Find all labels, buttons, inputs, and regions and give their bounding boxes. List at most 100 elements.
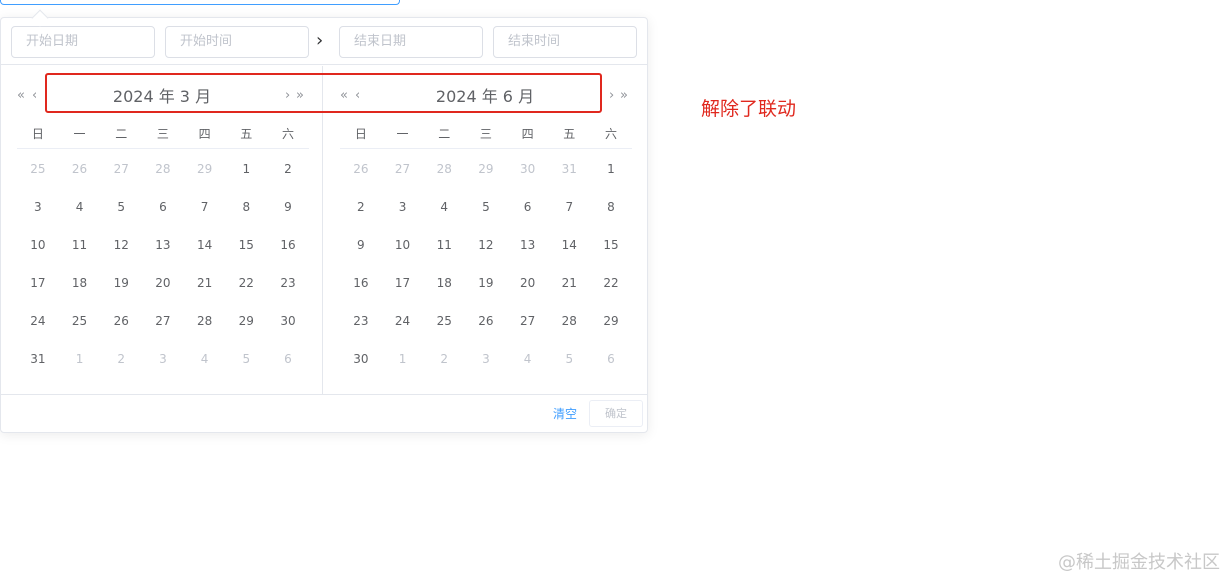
calendar-day[interactable]: 25 [423,302,465,340]
calendar-day-other-month[interactable]: 28 [142,150,184,188]
calendar-day-other-month[interactable]: 2 [100,340,142,378]
calendar-day[interactable]: 26 [100,302,142,340]
date-range-trigger-input[interactable] [0,0,400,5]
calendar-day[interactable]: 16 [340,264,382,302]
calendar-day-other-month[interactable]: 30 [507,150,549,188]
calendar-day[interactable]: 7 [548,188,590,226]
calendar-day-other-month[interactable]: 5 [548,340,590,378]
calendar-day[interactable]: 11 [423,226,465,264]
calendar-day-other-month[interactable]: 5 [225,340,267,378]
calendar-day[interactable]: 14 [548,226,590,264]
calendar-day[interactable]: 28 [548,302,590,340]
calendar-day[interactable]: 17 [382,264,424,302]
calendar-day[interactable]: 11 [59,226,101,264]
calendar-day[interactable]: 8 [225,188,267,226]
calendar-day[interactable]: 29 [225,302,267,340]
calendar-day-other-month[interactable]: 26 [340,150,382,188]
calendar-day[interactable]: 12 [465,226,507,264]
weekday-header: 日一二三四五六 [340,124,632,149]
calendar-day[interactable]: 6 [142,188,184,226]
calendar-day[interactable]: 20 [142,264,184,302]
end-date-input[interactable]: 结束日期 [339,26,483,58]
calendar-day[interactable]: 3 [17,188,59,226]
chevron-right-icon: › [316,30,324,51]
calendar-day[interactable]: 26 [465,302,507,340]
day-grid: 26 27 28 29 30 31 1 2 3 4 5 6 7 8 9 10 11 12 13 14 15 16 17 18 1… [340,150,632,378]
calendar-day-other-month[interactable]: 3 [142,340,184,378]
calendar-day-other-month[interactable]: 26 [59,150,101,188]
calendar-day[interactable]: 7 [184,188,226,226]
calendar-day-other-month[interactable]: 4 [507,340,549,378]
calendar-day-other-month[interactable]: 31 [548,150,590,188]
watermark: @稀土掘金技术社区 [1058,552,1220,573]
calendar-day[interactable]: 22 [225,264,267,302]
calendar-day-other-month[interactable]: 6 [590,340,632,378]
double-chevron-right-icon[interactable]: » [620,88,628,104]
calendar-day-other-month[interactable]: 28 [423,150,465,188]
calendar-day[interactable]: 29 [590,302,632,340]
calendar-day[interactable]: 19 [465,264,507,302]
calendar-day[interactable]: 18 [423,264,465,302]
calendar-day-other-month[interactable]: 1 [382,340,424,378]
calendar-day[interactable]: 27 [142,302,184,340]
calendar-day[interactable]: 10 [382,226,424,264]
calendar-day[interactable]: 8 [590,188,632,226]
calendar-day[interactable]: 4 [59,188,101,226]
calendar-day[interactable]: 13 [142,226,184,264]
calendar-day[interactable]: 21 [184,264,226,302]
calendar-day[interactable]: 25 [59,302,101,340]
calendar-day[interactable]: 15 [590,226,632,264]
calendar-day[interactable]: 22 [590,264,632,302]
calendar-day[interactable]: 24 [382,302,424,340]
calendar-day[interactable]: 19 [100,264,142,302]
calendar-day-other-month[interactable]: 6 [267,340,309,378]
calendar-day[interactable]: 23 [340,302,382,340]
calendar-day[interactable]: 1 [225,150,267,188]
calendar-day[interactable]: 10 [17,226,59,264]
clear-button[interactable]: 清空 [553,406,577,422]
calendar-day[interactable]: 23 [267,264,309,302]
calendar-day[interactable]: 17 [17,264,59,302]
calendar-day[interactable]: 28 [184,302,226,340]
end-time-input[interactable]: 结束时间 [493,26,637,58]
calendar-day[interactable]: 9 [267,188,309,226]
calendar-day[interactable]: 21 [548,264,590,302]
calendar-day[interactable]: 12 [100,226,142,264]
start-date-input[interactable]: 开始日期 [11,26,155,58]
picker-footer: 清空 确定 [1,394,647,432]
calendar-day[interactable]: 30 [340,340,382,378]
chevron-right-icon[interactable]: › [609,88,614,104]
calendar-day[interactable]: 13 [507,226,549,264]
calendar-day[interactable]: 9 [340,226,382,264]
calendar-day[interactable]: 3 [382,188,424,226]
calendar-day-other-month[interactable]: 1 [59,340,101,378]
calendar-day[interactable]: 16 [267,226,309,264]
calendar-day[interactable]: 14 [184,226,226,264]
weekday-label: 一 [73,127,86,141]
start-time-input[interactable]: 开始时间 [165,26,309,58]
calendar-day[interactable]: 2 [340,188,382,226]
picker-time-header: 开始日期 开始时间 › 结束日期 结束时间 [1,18,647,65]
calendar-day[interactable]: 27 [507,302,549,340]
calendar-day-other-month[interactable]: 2 [423,340,465,378]
calendar-day[interactable]: 18 [59,264,101,302]
calendar-day[interactable]: 5 [465,188,507,226]
confirm-button[interactable]: 确定 [589,400,643,427]
calendar-day-other-month[interactable]: 27 [382,150,424,188]
calendar-day[interactable]: 15 [225,226,267,264]
calendar-day[interactable]: 2 [267,150,309,188]
calendar-day[interactable]: 30 [267,302,309,340]
calendar-day[interactable]: 20 [507,264,549,302]
calendar-day-other-month[interactable]: 29 [465,150,507,188]
calendar-day[interactable]: 1 [590,150,632,188]
calendar-day[interactable]: 5 [100,188,142,226]
calendar-day[interactable]: 31 [17,340,59,378]
calendar-day[interactable]: 24 [17,302,59,340]
calendar-day-other-month[interactable]: 25 [17,150,59,188]
calendar-day[interactable]: 4 [423,188,465,226]
calendar-day-other-month[interactable]: 29 [184,150,226,188]
calendar-day-other-month[interactable]: 4 [184,340,226,378]
calendar-day-other-month[interactable]: 3 [465,340,507,378]
calendar-day[interactable]: 6 [507,188,549,226]
calendar-day-other-month[interactable]: 27 [100,150,142,188]
